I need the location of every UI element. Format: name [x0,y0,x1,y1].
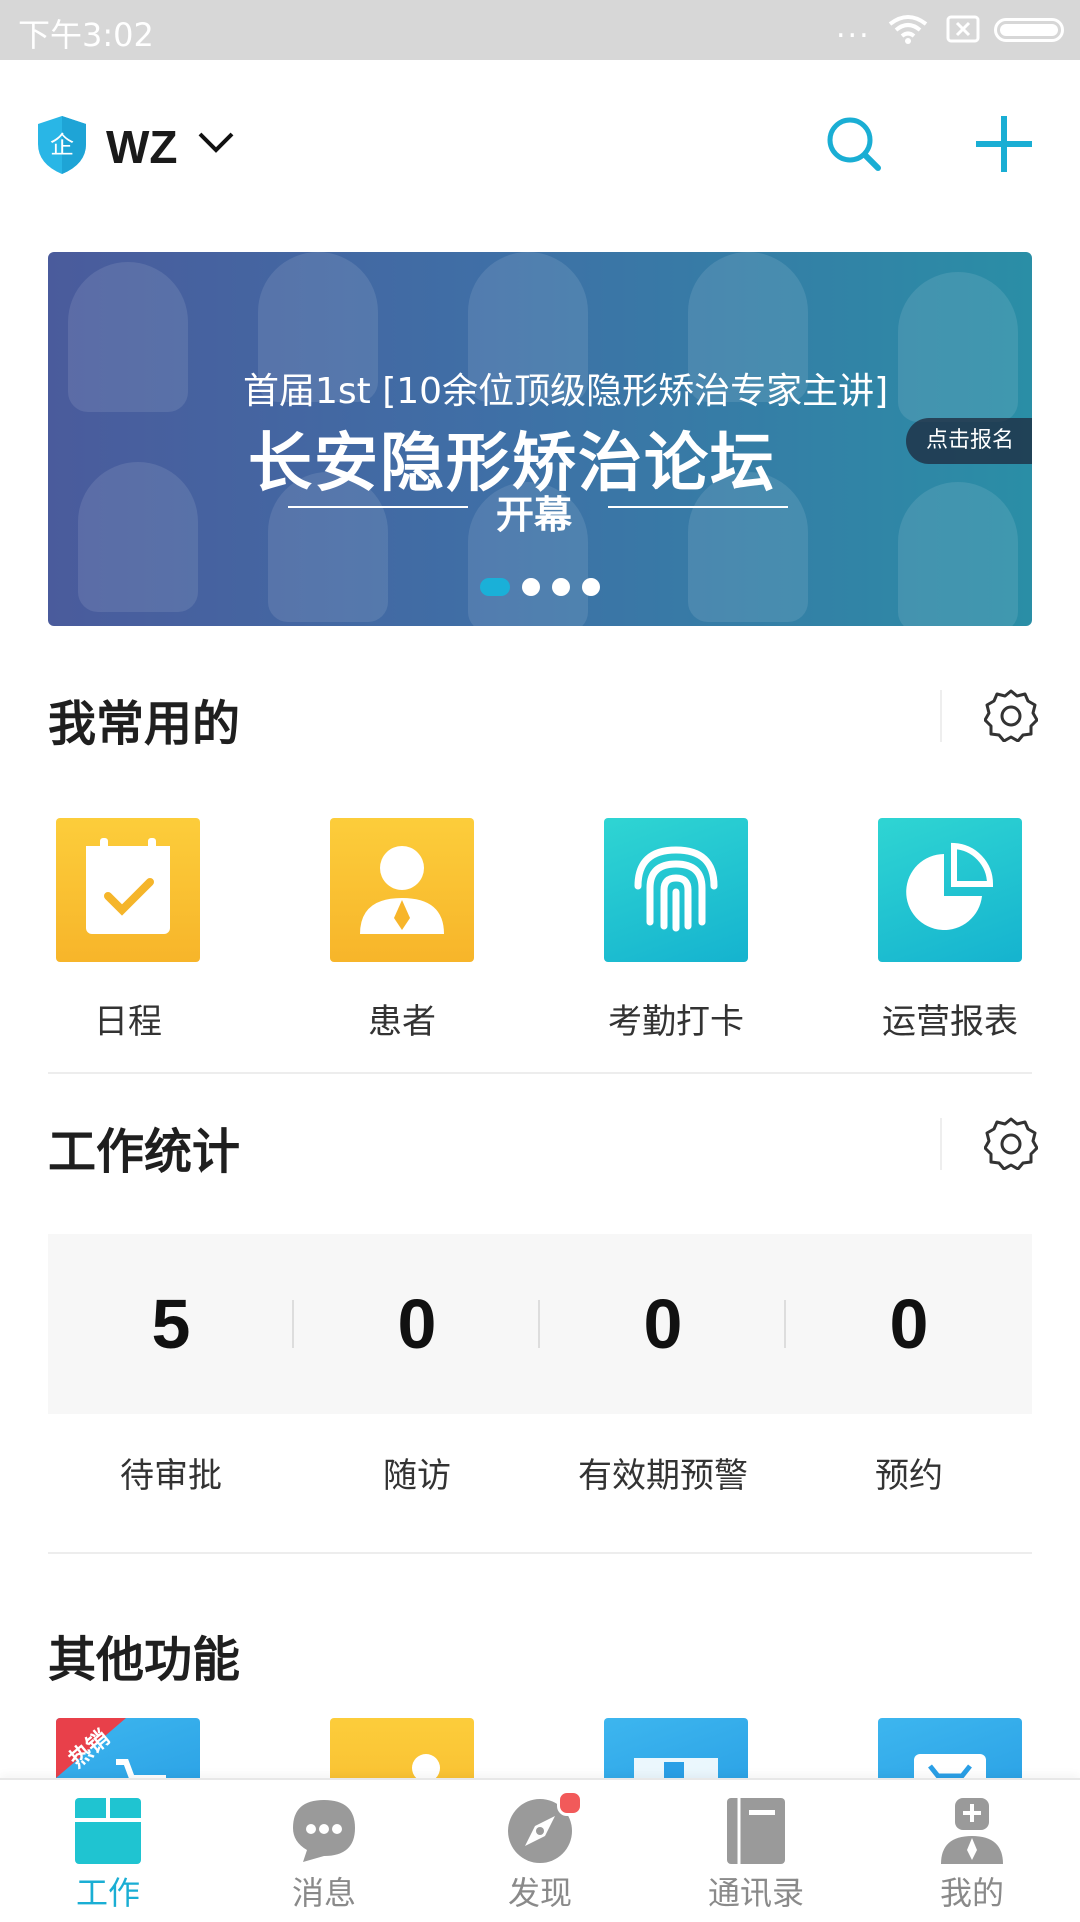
app-operations-report[interactable]: 运营报表 [835,818,1065,1043]
org-name[interactable]: WZ [106,120,178,174]
app-attendance[interactable]: 考勤打卡 [561,818,791,1043]
nav-item-messages[interactable]: 消息 [216,1780,432,1922]
stat-label: 待审批 [120,1456,222,1496]
app-label: 考勤打卡 [608,1002,744,1042]
section-divider [940,690,942,742]
status-more-icon: ... [836,10,871,45]
promo-banner[interactable]: 首届1st [10余位顶级隐形矫治专家主讲] 长安隐形矫治论坛 开幕 点击报名 [48,252,1032,626]
other-app-box[interactable] [604,1718,748,1778]
scan-icon[interactable] [878,1718,1022,1778]
app-schedule[interactable]: 日程 [13,818,243,1043]
profile-icon[interactable] [937,1796,1007,1866]
add-icon[interactable] [972,112,1036,176]
stat-label: 预约 [875,1456,943,1496]
pager-dot[interactable] [582,577,600,596]
banner-subtitle: 首届1st [10余位顶级隐形矫治专家主讲] [243,371,889,412]
bottom-nav: 工作 消息 发现 通讯录 我的 [0,1778,1080,1922]
gear-icon[interactable] [984,1116,1038,1170]
pie-chart-icon[interactable] [878,818,1022,962]
banner-divider-right [608,506,788,508]
app-label: 患者 [368,1002,436,1042]
fingerprint-icon[interactable] [604,818,748,962]
stat-value-follow-up[interactable]: 0 [294,1284,540,1364]
work-stats-title: 工作统计 [48,1124,241,1180]
pager-dot-active[interactable] [480,577,510,596]
nav-item-discover[interactable]: 发现 [432,1780,648,1922]
person-icon[interactable] [330,1718,474,1778]
enterprise-shield-icon: 企 [38,116,86,174]
cart-icon[interactable]: 热销 [56,1718,200,1778]
nav-item-contacts[interactable]: 通讯录 [648,1780,864,1922]
compass-icon[interactable] [505,1790,583,1866]
notification-dot [557,1790,583,1816]
app-label: 日程 [94,1002,162,1042]
battery-icon [994,18,1064,42]
stat-label: 随访 [383,1456,451,1496]
calendar-check-icon[interactable] [56,818,200,962]
no-sim-icon [946,15,980,43]
contacts-icon[interactable] [721,1796,791,1866]
section-divider [48,1552,1032,1554]
pager-dot[interactable] [522,577,540,596]
section-divider [940,1118,942,1170]
banner-opening: 开幕 [496,493,573,537]
nav-label: 通讯录 [707,1874,804,1912]
nav-item-work[interactable]: 工作 [0,1780,216,1922]
section-divider [48,1072,1032,1074]
stat-value-appointment[interactable]: 0 [786,1284,1032,1364]
chevron-down-icon[interactable] [196,128,236,158]
wifi-icon [888,15,928,44]
status-time: 下午3:02 [18,16,154,54]
app-label: 运营报表 [882,1002,1018,1042]
nav-label: 我的 [939,1874,1004,1912]
nav-item-profile[interactable]: 我的 [864,1780,1080,1922]
app-patients[interactable]: 患者 [287,818,517,1043]
box-icon[interactable] [604,1718,748,1778]
stat-label: 有效期预警 [578,1456,748,1496]
banner-divider-left [288,506,468,508]
banner-signup-tag[interactable]: 点击报名 [906,418,1032,464]
nav-label: 消息 [291,1874,356,1912]
banner-pager[interactable] [480,576,612,596]
other-app-scan[interactable] [878,1718,1022,1778]
enterprise-badge-char: 企 [50,131,74,159]
gear-icon[interactable] [984,688,1038,742]
message-icon[interactable] [289,1796,359,1866]
other-app-yellow[interactable] [330,1718,474,1778]
person-icon[interactable] [330,818,474,962]
favorites-title: 我常用的 [48,696,241,752]
other-functions-title: 其他功能 [48,1632,241,1688]
work-icon[interactable] [73,1796,143,1866]
other-app-shop[interactable]: 热销 [56,1718,200,1778]
stat-value-pending-approval[interactable]: 5 [48,1284,294,1364]
pager-dot[interactable] [552,577,570,596]
stat-value-expiry-warning[interactable]: 0 [540,1284,786,1364]
status-bar: 下午3:02 ... [0,0,1080,60]
search-icon[interactable] [824,114,884,174]
nav-label: 工作 [75,1874,140,1912]
nav-label: 发现 [507,1874,572,1912]
